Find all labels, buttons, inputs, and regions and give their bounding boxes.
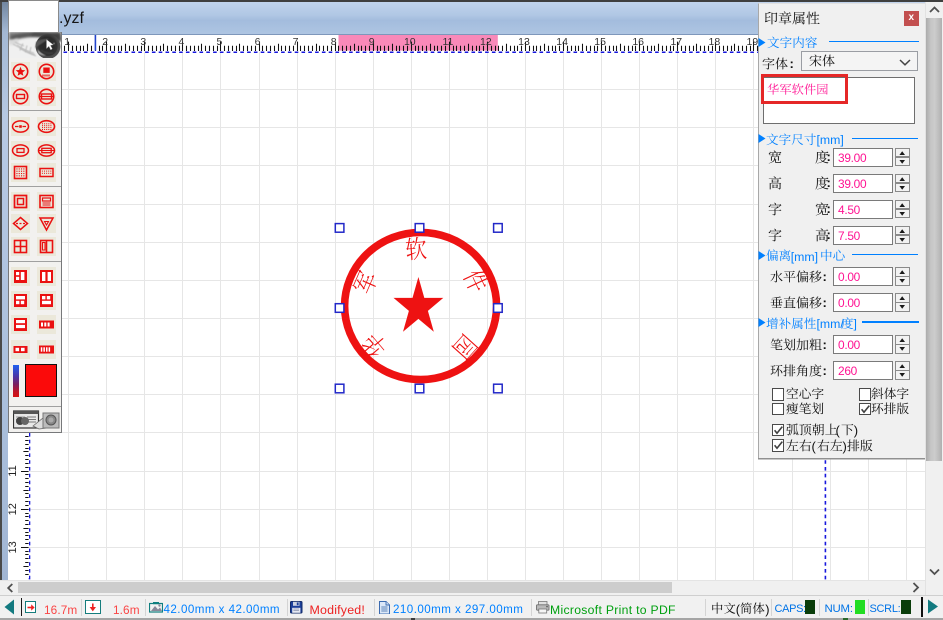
svg-text:7: 7 [293,36,299,48]
svg-text:13: 13 [518,36,530,48]
svg-text:11: 11 [442,36,453,48]
svg-text:9: 9 [369,36,375,48]
svg-text:3: 3 [140,36,146,48]
svg-text:10: 10 [404,36,416,48]
svg-text:13: 13 [7,541,19,553]
svg-text:14: 14 [556,36,568,48]
svg-text:12: 12 [7,503,19,515]
svg-text:5: 5 [216,36,222,48]
svg-text:11: 11 [7,465,19,476]
svg-text:6: 6 [255,36,261,48]
svg-text:15: 15 [594,36,606,48]
svg-text:12: 12 [480,36,492,48]
svg-text:1: 1 [64,36,70,48]
svg-text:16: 16 [632,36,644,48]
svg-text:4: 4 [178,36,184,48]
svg-text:18: 18 [709,36,721,48]
svg-text:2: 2 [102,36,108,48]
svg-text:8: 8 [331,36,337,48]
svg-text:17: 17 [670,36,682,48]
